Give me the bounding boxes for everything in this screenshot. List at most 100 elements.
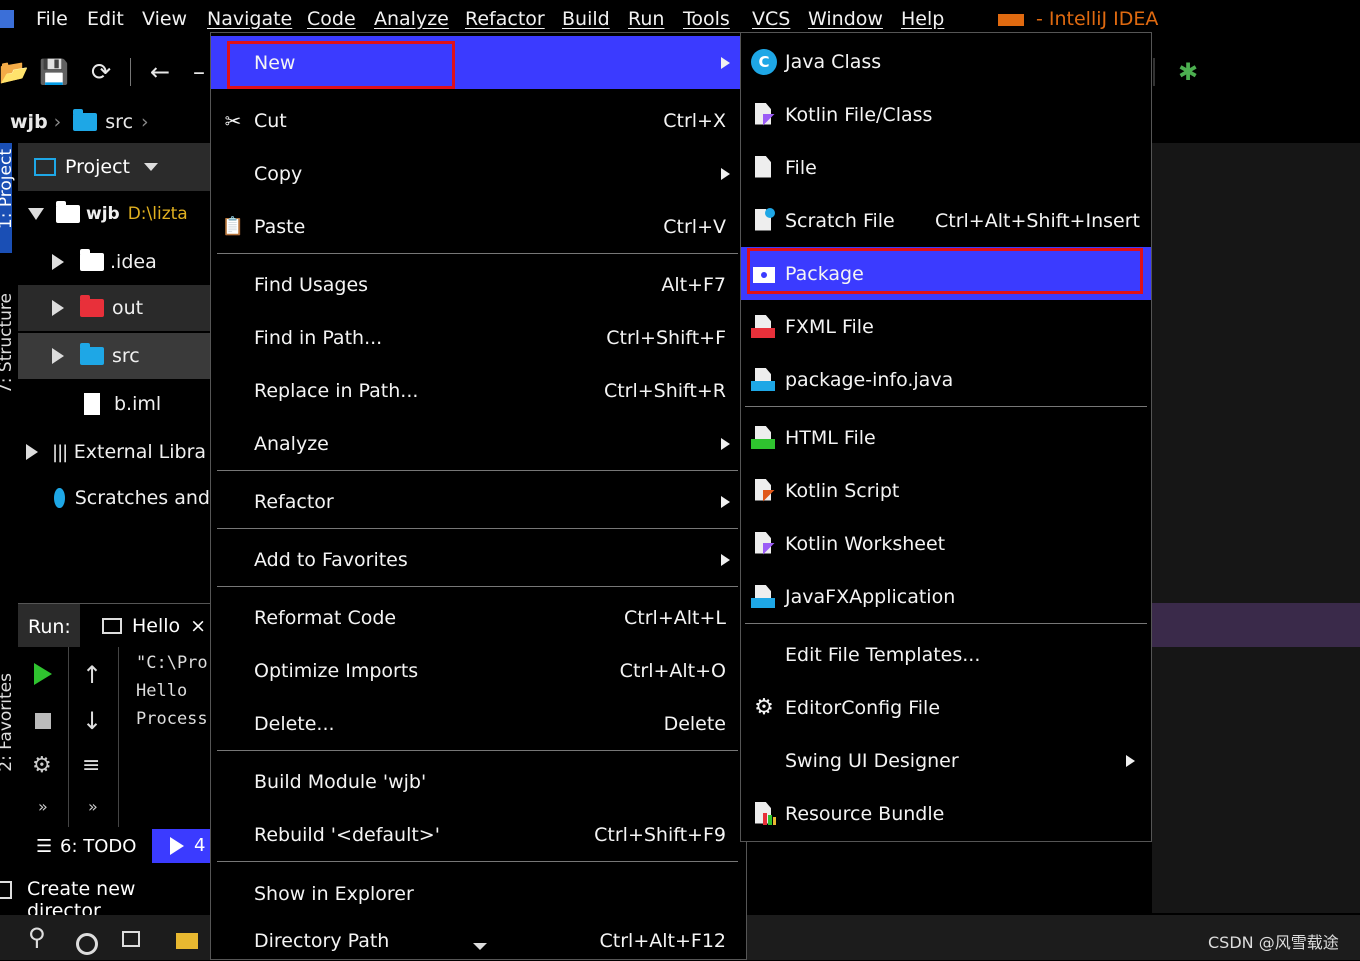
menu-navigate[interactable]: Navigate [207, 8, 292, 30]
save-icon[interactable]: 💾 [39, 58, 69, 86]
menu-item-build-module[interactable]: Build Module 'wjb' [211, 755, 740, 808]
file-explorer-icon[interactable] [176, 933, 198, 949]
breadcrumb-src[interactable]: src [105, 111, 133, 133]
submenu-arrow-icon [1126, 754, 1135, 767]
menu-build[interactable]: Build [562, 8, 610, 30]
tree-item-external-libraries[interactable]: ||| External Libra [18, 429, 210, 475]
more-icon[interactable]: » [88, 797, 98, 816]
menu-view[interactable]: View [142, 8, 187, 30]
submenu-item-label: Java Class [785, 50, 882, 73]
submenu-item-swing-ui-designer[interactable]: Swing UI Designer [741, 734, 1151, 787]
structure-tab[interactable]: 7: Structure [0, 293, 16, 394]
menu-item-replace-in-path[interactable]: Replace in Path... Ctrl+Shift+R [211, 364, 740, 417]
todo-tab[interactable]: 6: TODO [60, 836, 136, 857]
chevron-right-icon[interactable] [26, 444, 38, 460]
stop-icon[interactable] [35, 713, 51, 729]
submenu-arrow-icon [721, 56, 730, 69]
breadcrumb-project[interactable]: wjb [10, 111, 48, 133]
tree-item-scratches[interactable]: Scratches and [18, 475, 210, 521]
submenu-item-javafx-application[interactable]: JavaFXApplication [741, 570, 1151, 623]
menu-item-label: Copy [254, 162, 303, 185]
run-tab-hello[interactable]: Hello × [80, 604, 210, 648]
menu-item-label: Cut [254, 109, 287, 132]
submenu-item-edit-file-templates[interactable]: Edit File Templates... [741, 628, 1151, 681]
menu-item-analyze[interactable]: Analyze [211, 417, 740, 470]
soft-wrap-icon[interactable]: ≡ [82, 753, 100, 778]
chevron-right-icon: › [141, 111, 149, 133]
menu-item-show-in-explorer[interactable]: Show in Explorer [211, 867, 740, 920]
chevron-down-icon[interactable] [28, 208, 44, 220]
open-folder-icon[interactable]: 📂 [0, 58, 29, 86]
cortana-icon[interactable] [76, 933, 98, 955]
watermark: CSDN @风雪载途 [1208, 933, 1339, 952]
divider [118, 647, 119, 827]
tree-item-wjb[interactable]: wjb D:\lizta [18, 191, 210, 237]
arrow-up-icon[interactable]: ↑ [82, 661, 102, 689]
submenu-item-fxml-file[interactable]: FXML File [741, 300, 1151, 353]
menu-edit[interactable]: Edit [87, 8, 124, 30]
menu-refactor[interactable]: Refactor [465, 8, 545, 30]
menu-item-find-usages[interactable]: Find Usages Alt+F7 [211, 258, 740, 311]
back-arrow-icon[interactable]: ← [146, 58, 174, 86]
submenu-item-scratch-file[interactable]: Scratch File Ctrl+Alt+Shift+Insert [741, 194, 1151, 247]
annotation-box [227, 41, 455, 89]
tree-item-out[interactable]: out [18, 285, 210, 331]
submenu-item-editorconfig-file[interactable]: ⚙ EditorConfig File [741, 681, 1151, 734]
menu-help[interactable]: Help [901, 8, 944, 30]
menu-run[interactable]: Run [628, 8, 664, 30]
plugin-icon[interactable]: ✱ [1174, 58, 1202, 86]
run-icon[interactable] [34, 663, 52, 685]
menu-item-paste[interactable]: 📋 Paste Ctrl+V [211, 200, 740, 253]
sync-icon[interactable]: ⟳ [87, 58, 115, 86]
menu-item-rebuild[interactable]: Rebuild '<default>' Ctrl+Shift+F9 [211, 808, 740, 861]
tree-item-src[interactable]: src [18, 333, 210, 379]
submenu-item-html-file[interactable]: HTML File [741, 411, 1151, 464]
menu-file[interactable]: File [36, 8, 68, 30]
arrow-down-icon[interactable]: ↓ [82, 707, 102, 735]
favorites-tab[interactable]: 2: Favorites [0, 673, 16, 772]
run-tool-tab[interactable]: 4 [152, 829, 210, 863]
project-panel: Project wjb D:\lizta .idea out src b.iml… [18, 143, 210, 603]
module-file-icon [84, 393, 100, 415]
menu-item-copy[interactable]: Copy [211, 147, 740, 200]
settings-icon[interactable]: ⚙ [32, 753, 52, 778]
chevron-right-icon[interactable] [52, 348, 64, 364]
submenu-item-kotlin-worksheet[interactable]: Kotlin Worksheet [741, 517, 1151, 570]
submenu-item-file[interactable]: File [741, 141, 1151, 194]
menu-item-add-to-favorites[interactable]: Add to Favorites [211, 533, 740, 586]
menu-analyze[interactable]: Analyze [374, 8, 449, 30]
menu-item-cut[interactable]: ✂ Cut Ctrl+X [211, 94, 740, 147]
tree-item-idea[interactable]: .idea [18, 239, 210, 285]
chevron-down-icon[interactable] [144, 163, 159, 171]
project-tab[interactable]: 1: Project [0, 143, 16, 253]
chevron-right-icon[interactable] [52, 254, 64, 270]
menu-item-optimize-imports[interactable]: Optimize Imports Ctrl+Alt+O [211, 644, 740, 697]
forward-arrow-icon[interactable]: – [190, 58, 208, 86]
more-icon[interactable]: » [38, 797, 48, 816]
submenu-item-resource-bundle[interactable]: Resource Bundle [741, 787, 1151, 840]
menu-tools[interactable]: Tools [683, 8, 730, 30]
chevron-right-icon[interactable] [52, 300, 64, 316]
editor-area [1152, 143, 1360, 913]
menu-code[interactable]: Code [307, 8, 356, 30]
menu-item-delete[interactable]: Delete... Delete [211, 697, 740, 750]
menu-item-directory-path[interactable]: Directory Path Ctrl+Alt+F12 [211, 921, 740, 961]
search-icon[interactable]: ⚲ [28, 923, 46, 951]
menu-item-reformat-code[interactable]: Reformat Code Ctrl+Alt+L [211, 591, 740, 644]
menu-vcs[interactable]: VCS [752, 8, 790, 30]
submenu-item-kotlin-file[interactable]: Kotlin File/Class [741, 88, 1151, 141]
submenu-arrow-icon [721, 167, 730, 180]
menu-item-find-in-path[interactable]: Find in Path... Ctrl+Shift+F [211, 311, 740, 364]
submenu-item-package-info[interactable]: package-info.java [741, 353, 1151, 406]
submenu-item-kotlin-script[interactable]: Kotlin Script [741, 464, 1151, 517]
project-view-selector[interactable]: Project [65, 156, 130, 178]
html-file-icon [751, 425, 777, 451]
project-panel-header: Project [18, 143, 210, 191]
menu-item-refactor[interactable]: Refactor [211, 475, 740, 528]
menu-window[interactable]: Window [808, 8, 883, 30]
tree-item-iml[interactable]: b.iml [18, 381, 210, 427]
task-view-icon[interactable] [122, 931, 140, 947]
run-tab-number: 4 [194, 835, 206, 856]
close-icon[interactable]: × [190, 615, 206, 637]
submenu-item-java-class[interactable]: C Java Class [741, 35, 1151, 88]
